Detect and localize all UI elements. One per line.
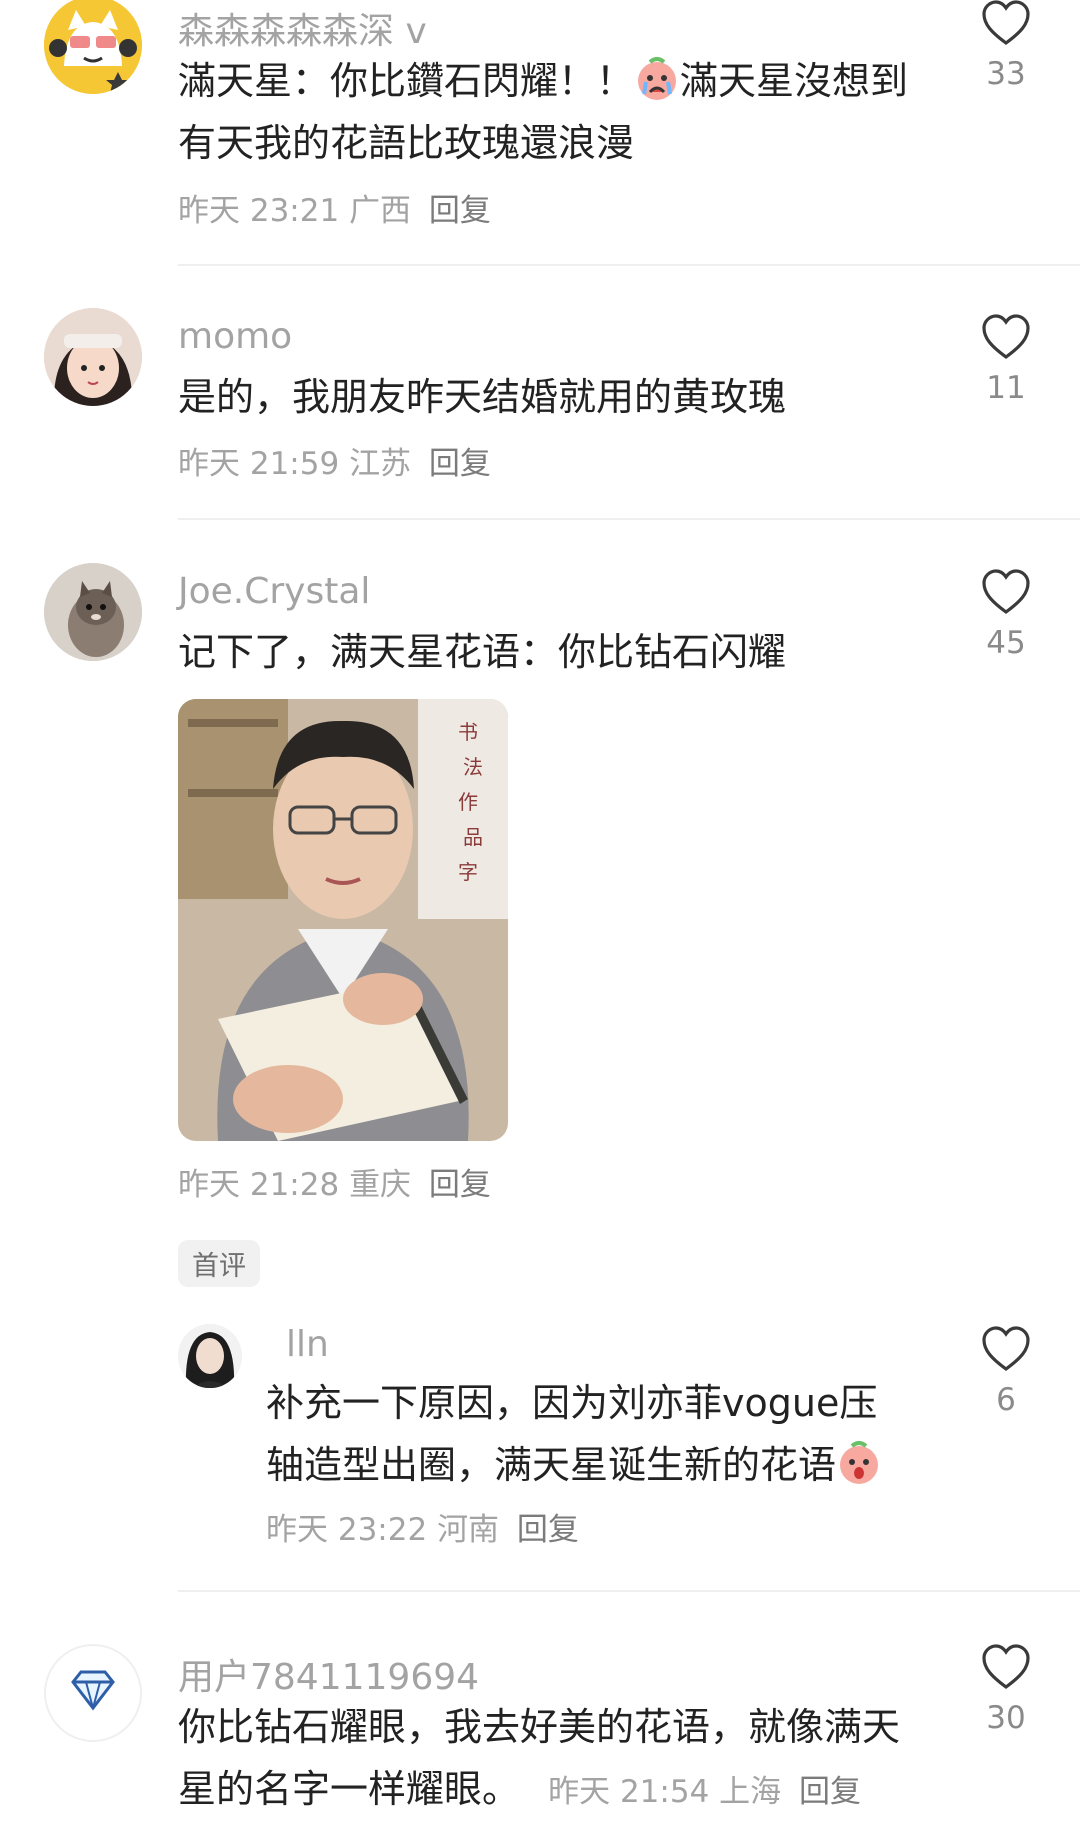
diamond-icon xyxy=(71,1670,115,1711)
comment-item: 用户7841119694 你比钻石耀眼，我去好美的花语，就像满天 星的名字一样耀… xyxy=(0,1636,1080,1811)
like-button[interactable]: 6 xyxy=(966,1326,1046,1418)
comment-text: 滿天星：你比鑽石閃耀！！ 滿天星沒想到 有天我的花語比玫瑰還浪漫 xyxy=(178,50,948,174)
comment-meta: 昨天 23:22 河南 回复 xyxy=(266,1504,579,1549)
comment-text: 你比钻石耀眼，我去好美的花语，就像满天 星的名字一样耀眼。 昨天 21:54 上… xyxy=(178,1705,901,1811)
reply-button[interactable]: 回复 xyxy=(429,193,491,229)
heart-outline-icon xyxy=(982,1326,1030,1371)
username[interactable]: 森森森森森深 v xyxy=(178,2,427,54)
avatar[interactable] xyxy=(44,0,142,94)
timestamp: 昨天 23:21 xyxy=(178,193,340,229)
like-button[interactable]: 45 xyxy=(966,569,1046,661)
comment-image[interactable]: 书法作品字 xyxy=(178,699,508,1141)
heart-outline-icon xyxy=(982,569,1030,614)
avatar[interactable] xyxy=(178,1324,242,1388)
svg-text:字: 字 xyxy=(458,860,478,884)
region: 河南 xyxy=(437,1512,500,1548)
reply-button[interactable]: 回复 xyxy=(429,446,491,482)
crying-face-emoji xyxy=(634,56,680,102)
comment-meta: 昨天 21:28 重庆 回复 xyxy=(178,1159,491,1204)
like-count: 30 xyxy=(986,1700,1026,1736)
timestamp: 昨天 21:59 xyxy=(178,446,340,482)
comment-item: Joe.Crystal 记下了，满天星花语：你比钻石闪耀 书法作品字 昨天 21… xyxy=(0,555,1080,1235)
surprised-face-emoji xyxy=(836,1440,882,1486)
divider xyxy=(178,1590,1080,1592)
like-count: 11 xyxy=(986,370,1026,406)
first-comment-badge: 首评 xyxy=(178,1240,260,1287)
timestamp: 昨天 23:22 xyxy=(266,1512,428,1548)
comment-meta: 昨天 23:21 广西 回复 xyxy=(178,185,491,230)
svg-text:法: 法 xyxy=(463,755,483,779)
reply-button[interactable]: 回复 xyxy=(429,1167,491,1203)
svg-text:品: 品 xyxy=(463,825,483,849)
avatar[interactable] xyxy=(44,563,142,661)
reply-button[interactable]: 回复 xyxy=(517,1512,579,1548)
divider xyxy=(178,264,1080,266)
timestamp: 昨天 21:54 xyxy=(548,1774,710,1810)
avatar[interactable] xyxy=(44,308,142,406)
comment-meta: 昨天 21:54 上海 回复 xyxy=(548,1774,861,1810)
avatar[interactable] xyxy=(44,1644,142,1742)
comment-item: 森森森森森深 v 滿天星：你比鑽石閃耀！！ 滿天星沒想到 有天我的花語比玫瑰還浪漫… xyxy=(0,0,1080,262)
like-count: 6 xyxy=(996,1382,1016,1418)
divider xyxy=(178,518,1080,520)
like-count: 45 xyxy=(986,625,1026,661)
region: 江苏 xyxy=(349,446,412,482)
like-button[interactable]: 30 xyxy=(966,1644,1046,1736)
region: 上海 xyxy=(719,1774,782,1810)
comment-meta: 昨天 21:59 江苏 回复 xyxy=(178,438,491,483)
heart-outline-icon xyxy=(982,1644,1030,1689)
timestamp: 昨天 21:28 xyxy=(178,1167,340,1203)
username[interactable]: lln xyxy=(286,1324,329,1365)
heart-outline-icon xyxy=(982,0,1030,45)
comment-item: momo 是的，我朋友昨天结婚就用的黄玫瑰 昨天 21:59 江苏 回复 11 xyxy=(0,300,1080,510)
svg-text:书: 书 xyxy=(458,720,478,744)
like-count: 33 xyxy=(986,56,1026,92)
like-button[interactable]: 33 xyxy=(966,0,1046,92)
comment-text: 是的，我朋友昨天结婚就用的黄玫瑰 xyxy=(178,375,787,419)
username[interactable]: 用户7841119694 xyxy=(178,1648,479,1700)
reply-item: lln 补充一下原因，因为刘亦菲vogue压 轴造型出圈，满天星诞生新的花语 昨… xyxy=(0,1318,1080,1588)
region: 广西 xyxy=(349,193,412,229)
heart-outline-icon xyxy=(982,314,1030,359)
like-button[interactable]: 11 xyxy=(966,314,1046,406)
username[interactable]: momo xyxy=(178,316,292,357)
comment-text: 补充一下原因，因为刘亦菲vogue压 轴造型出圈，满天星诞生新的花语 xyxy=(266,1372,946,1496)
reply-button[interactable]: 回复 xyxy=(799,1774,861,1810)
comment-text: 记下了，满天星花语：你比钻石闪耀 xyxy=(178,630,787,674)
username[interactable]: Joe.Crystal xyxy=(178,571,370,612)
svg-text:作: 作 xyxy=(458,790,478,814)
region: 重庆 xyxy=(349,1167,412,1203)
